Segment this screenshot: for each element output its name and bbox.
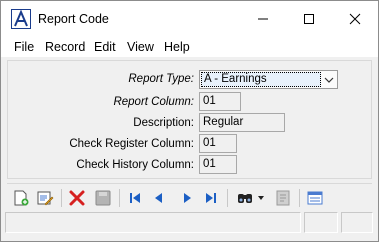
list-view-icon bbox=[307, 191, 323, 205]
first-record-button[interactable] bbox=[125, 188, 145, 208]
report-type-label: Report Type: bbox=[128, 73, 194, 85]
find-icon bbox=[238, 194, 252, 203]
find-dropdown-button[interactable] bbox=[255, 188, 267, 208]
report-column-label: Report Column: bbox=[113, 96, 194, 108]
menu-file[interactable]: File bbox=[14, 40, 34, 54]
report-code-window: Report Code File Record Edit View Help R… bbox=[0, 0, 379, 242]
save-icon bbox=[95, 190, 111, 206]
description-field[interactable]: Regular bbox=[199, 113, 285, 132]
menu-edit[interactable]: Edit bbox=[94, 40, 116, 54]
save-button[interactable] bbox=[93, 188, 113, 208]
edit-record-button[interactable] bbox=[35, 188, 55, 208]
find-button[interactable] bbox=[235, 188, 255, 208]
toolbar-separator bbox=[227, 189, 228, 207]
maximize-button[interactable] bbox=[286, 1, 332, 37]
toolbar bbox=[7, 183, 372, 211]
last-record-icon bbox=[206, 193, 216, 203]
next-record-icon bbox=[184, 193, 191, 203]
first-record-icon bbox=[130, 193, 140, 203]
next-record-button[interactable] bbox=[177, 188, 197, 208]
toolbar-separator bbox=[119, 189, 120, 207]
toolbar-separator bbox=[61, 189, 62, 207]
report-code-form: Report Type: A - Earnings Report Column:… bbox=[7, 60, 372, 179]
list-view-button[interactable] bbox=[305, 188, 325, 208]
close-icon bbox=[349, 13, 361, 25]
chevron-down-icon[interactable] bbox=[323, 74, 335, 86]
status-pane-2 bbox=[304, 212, 338, 233]
find-dropdown-icon bbox=[258, 196, 264, 200]
check-history-column-field[interactable]: 01 bbox=[199, 155, 237, 174]
check-register-column-field[interactable]: 01 bbox=[199, 134, 237, 153]
edit-record-icon bbox=[37, 191, 54, 206]
previous-record-icon bbox=[155, 193, 162, 203]
delete-button[interactable] bbox=[67, 188, 87, 208]
title-bar[interactable]: Report Code bbox=[1, 1, 378, 37]
new-record-icon bbox=[14, 190, 29, 206]
check-register-column-label: Check Register Column: bbox=[69, 138, 194, 150]
status-pane-3 bbox=[341, 212, 373, 233]
status-pane-main bbox=[5, 212, 301, 233]
close-button[interactable] bbox=[332, 1, 378, 37]
previous-record-button[interactable] bbox=[149, 188, 169, 208]
maximize-icon bbox=[304, 14, 314, 24]
window-title: Report Code bbox=[38, 12, 109, 26]
report-button[interactable] bbox=[273, 188, 293, 208]
menu-help[interactable]: Help bbox=[164, 40, 190, 54]
check-history-column-label: Check History Column: bbox=[76, 159, 194, 171]
new-record-button[interactable] bbox=[11, 188, 31, 208]
report-icon bbox=[276, 190, 290, 206]
status-bar bbox=[5, 212, 374, 234]
delete-icon bbox=[69, 190, 85, 206]
toolbar-separator bbox=[299, 189, 300, 207]
minimize-button[interactable] bbox=[240, 1, 286, 37]
app-logo-icon bbox=[11, 9, 31, 29]
menu-bar: File Record Edit View Help bbox=[1, 37, 378, 57]
description-label: Description: bbox=[133, 117, 194, 129]
menu-record[interactable]: Record bbox=[45, 40, 85, 54]
menu-view[interactable]: View bbox=[127, 40, 154, 54]
minimize-icon bbox=[258, 18, 268, 20]
report-type-select[interactable]: A - Earnings bbox=[199, 70, 338, 89]
report-type-value: A - Earnings bbox=[201, 72, 321, 87]
last-record-button[interactable] bbox=[201, 188, 221, 208]
report-column-field[interactable]: 01 bbox=[199, 92, 241, 111]
